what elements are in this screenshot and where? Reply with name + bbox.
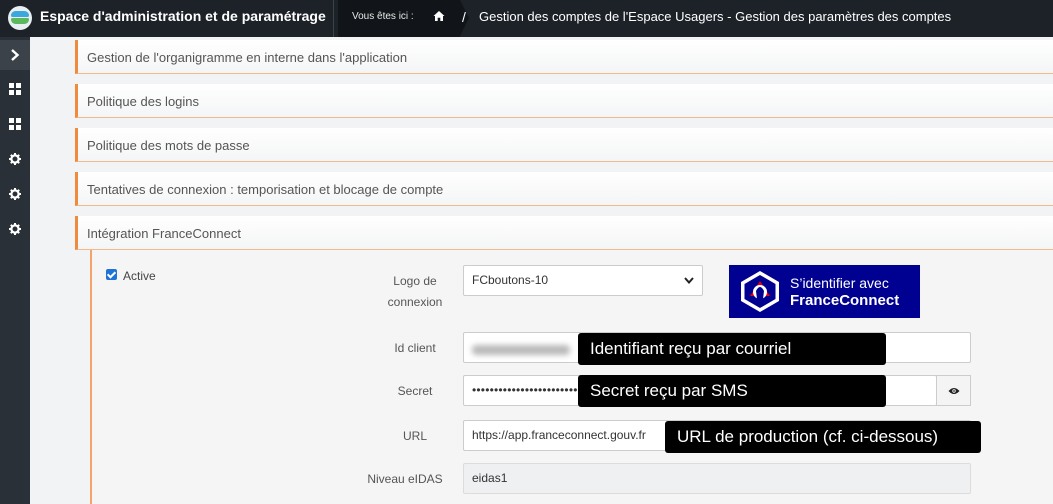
- eye-icon: [948, 387, 959, 394]
- id-client-label: Id client: [394, 341, 436, 355]
- section-organigramme[interactable]: Gestion de l'organigramme en interne dan…: [75, 40, 1053, 74]
- franceconnect-button-line1: S’identifier avec: [790, 275, 889, 291]
- id-client-redacted: [472, 345, 570, 355]
- gear-icon: [9, 153, 21, 165]
- section-franceconnect[interactable]: Intégration FranceConnect: [75, 216, 1053, 250]
- sidebar-item-settings-2[interactable]: [0, 179, 30, 209]
- section-title: Intégration FranceConnect: [87, 226, 241, 241]
- url-label: URL: [402, 429, 427, 443]
- franceconnect-button-line2: FranceConnect: [790, 292, 900, 309]
- panel-accent-border: [90, 250, 92, 504]
- gear-icon: [9, 223, 21, 235]
- section-mots-de-passe[interactable]: Politique des mots de passe: [75, 128, 1053, 162]
- sidebar-toggle-button[interactable]: [0, 40, 30, 70]
- sidebar-item-modules[interactable]: [0, 109, 30, 139]
- section-title: Politique des mots de passe: [87, 138, 250, 153]
- top-header: Espace d'administration et de paramétrag…: [0, 0, 1053, 37]
- logo-select-value: FCboutons-10: [472, 273, 549, 287]
- secret-label: Secret: [397, 384, 433, 398]
- home-icon[interactable]: [433, 10, 445, 22]
- section-title: Tentatives de connexion : temporisation …: [87, 182, 444, 197]
- eidas-input[interactable]: eidas1: [463, 463, 971, 494]
- show-secret-button[interactable]: [936, 375, 971, 406]
- app-logo-icon[interactable]: [8, 6, 32, 30]
- franceconnect-logo-icon: [741, 271, 779, 312]
- section-title: Gestion de l'organigramme en interne dan…: [87, 50, 408, 65]
- section-title: Politique des logins: [87, 94, 200, 109]
- header-divider: [333, 0, 334, 37]
- logo-label-line2: connexion: [387, 295, 443, 309]
- logo-label-line1: Logo de: [393, 274, 437, 288]
- sidebar-item-settings-1[interactable]: [0, 144, 30, 174]
- grid-icon: [9, 83, 21, 95]
- logo-select[interactable]: FCboutons-10: [463, 265, 703, 296]
- url-annotation: URL de production (cf. ci-dessous): [665, 421, 981, 453]
- active-checkbox-label: Active: [123, 269, 156, 283]
- app-title: Espace d'administration et de paramétrag…: [40, 8, 326, 24]
- breadcrumb-current-page: Gestion des comptes de l'Espace Usagers …: [479, 9, 952, 24]
- grid-icon: [9, 118, 21, 130]
- id-client-annotation: Identifiant reçu par courriel: [578, 333, 886, 365]
- left-sidebar: [0, 37, 30, 504]
- chevron-right-icon: [11, 49, 20, 61]
- section-tentatives-connexion[interactable]: Tentatives de connexion : temporisation …: [75, 172, 1053, 206]
- sidebar-item-dashboard[interactable]: [0, 74, 30, 104]
- breadcrumb-label: Vous êtes ici :: [352, 11, 414, 22]
- chevron-down-icon: [684, 277, 694, 284]
- logo-label: Logo de connexion: [375, 274, 455, 309]
- eidas-label: Niveau eIDAS: [367, 472, 443, 486]
- section-logins[interactable]: Politique des logins: [75, 84, 1053, 118]
- franceconnect-button[interactable]: S’identifier avec FranceConnect: [729, 265, 920, 318]
- sidebar-item-settings-3[interactable]: [0, 214, 30, 244]
- secret-annotation: Secret reçu par SMS: [578, 375, 886, 407]
- breadcrumb-separator: /: [462, 9, 466, 25]
- gear-icon: [9, 188, 21, 200]
- active-checkbox[interactable]: [106, 269, 117, 280]
